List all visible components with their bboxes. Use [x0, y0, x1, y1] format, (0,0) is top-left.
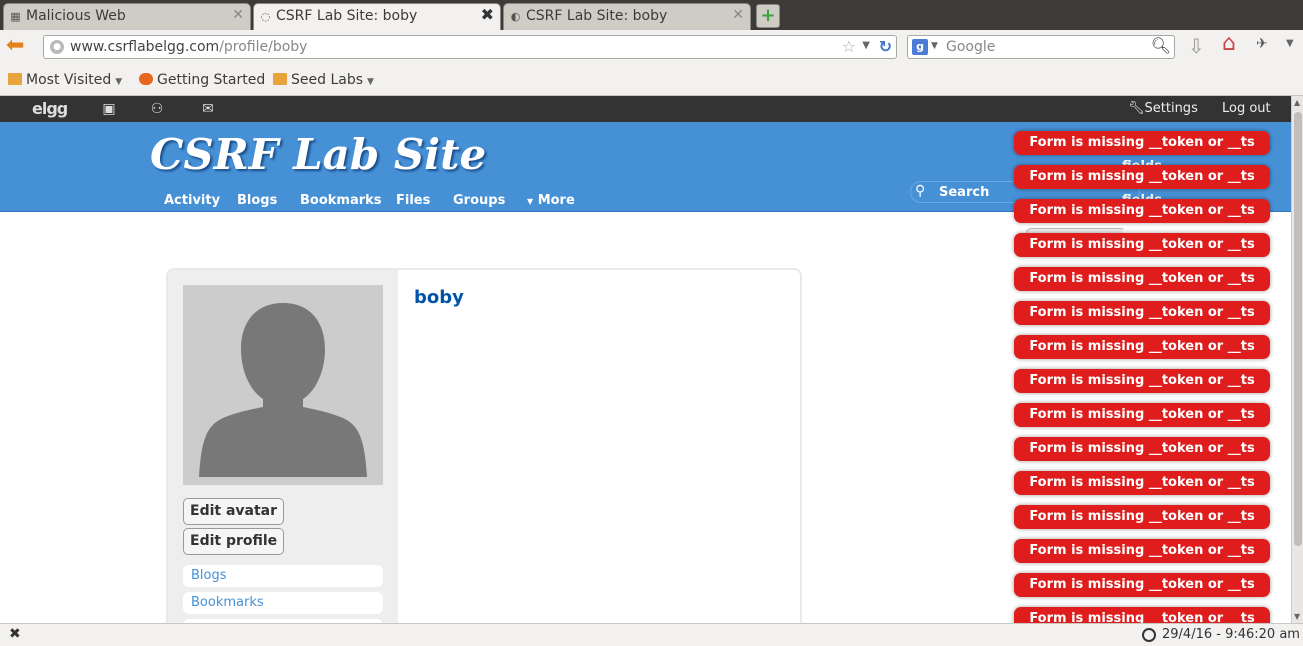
search-icon[interactable]: 🔍︎ — [1151, 36, 1171, 55]
search-placeholder: Google — [946, 39, 996, 55]
logout-link[interactable]: Log out — [1222, 101, 1271, 116]
menu-item-label: More — [537, 193, 575, 208]
error-message[interactable]: Form is missing __token or __ts fields — [1014, 369, 1270, 412]
new-tab-button[interactable]: + — [756, 4, 780, 28]
search-label: Search — [939, 185, 990, 200]
bookmarks-toolbar: Most Visited ▼ Getting Started Seed Labs ▼ — [0, 64, 1303, 96]
scrollbar-thumb[interactable] — [1294, 112, 1302, 546]
bookmark-getting-started[interactable]: Getting Started — [139, 72, 265, 88]
menu-item-more[interactable]: ▼ More — [527, 193, 575, 208]
menu-item-blogs[interactable]: Blogs — [237, 193, 277, 208]
edit-avatar-button[interactable]: Edit avatar — [183, 498, 285, 525]
error-message[interactable]: Form is missing __token or __ts fields — [1014, 267, 1270, 310]
bookmark-label: Most Visited — [26, 72, 112, 88]
status-bar: ✖ 29/4/16 - 9:46:20 am — [0, 623, 1303, 646]
owner-link-blogs[interactable]: Blogs — [183, 565, 383, 587]
error-message[interactable]: Form is missing __token or __ts fields — [1014, 233, 1270, 276]
search-engine-box[interactable]: g ▼ Google 🔍︎ — [907, 35, 1175, 59]
messages-icon[interactable]: ✉ — [200, 101, 216, 117]
firefox-icon — [139, 73, 153, 85]
tab-csrf-lab-site-active[interactable]: ◌ CSRF Lab Site: boby ✖ — [253, 3, 501, 30]
close-icon[interactable]: ✖ — [481, 5, 494, 24]
bookmark-star-icon[interactable]: ☆ — [842, 37, 856, 56]
close-icon[interactable]: ✕ — [732, 7, 744, 23]
history-dropdown-icon[interactable]: ▼ — [862, 40, 870, 51]
tab-title: Malicious Web — [26, 8, 126, 24]
menu-item-bookmarks[interactable]: Bookmarks — [300, 193, 382, 208]
folder-icon — [8, 73, 22, 85]
status-time: 29/4/16 - 9:46:20 am — [1162, 627, 1300, 642]
error-message[interactable]: Form is missing __token or __ts fields — [1014, 301, 1270, 344]
url-path: /profile/boby — [219, 39, 308, 55]
tab-malicious-web[interactable]: ▦ Malicious Web ✕ — [3, 3, 251, 30]
home-icon[interactable]: ⌂ — [1222, 31, 1236, 56]
reload-icon[interactable]: ↻ — [879, 37, 892, 56]
google-icon[interactable]: g — [912, 39, 928, 55]
error-message[interactable]: Form is missing __token or __ts fields — [1014, 199, 1270, 242]
chevron-down-icon: ▼ — [367, 77, 374, 87]
bookmark-most-visited[interactable]: Most Visited ▼ — [8, 72, 122, 88]
back-arrow-icon[interactable]: ⬅ — [6, 35, 24, 57]
profile-name: boby — [414, 287, 464, 308]
error-message[interactable]: Form is missing __token or __ts fields — [1014, 165, 1270, 208]
engine-dropdown-icon[interactable]: ▼ — [931, 41, 938, 51]
chevron-down-icon: ▼ — [527, 197, 534, 206]
scroll-down-icon[interactable]: ▼ — [1294, 612, 1300, 621]
friends-icon[interactable]: ⚇ — [149, 101, 165, 117]
error-message[interactable]: Form is missing __token or __ts fields — [1014, 607, 1270, 623]
avatar[interactable] — [183, 285, 383, 485]
navigation-toolbar: ⬅ ● www.csrflabelgg.com/profile/boby ☆ ▼… — [0, 30, 1303, 64]
error-message[interactable]: Form is missing __token or __ts fields — [1014, 539, 1270, 582]
menu-dropdown-icon[interactable]: ▼ — [1286, 38, 1294, 49]
profile-icon[interactable]: ▣ — [101, 101, 117, 117]
url-text: www.csrflabelgg.com/profile/boby — [70, 39, 307, 55]
bookmark-seed-labs[interactable]: Seed Labs ▼ — [273, 72, 374, 88]
url-bar[interactable]: ● www.csrflabelgg.com/profile/boby ☆ ▼ ↻ — [43, 35, 897, 59]
bookmark-label: Seed Labs — [291, 72, 364, 88]
error-message[interactable]: Form is missing __token or __ts fields — [1014, 403, 1270, 446]
addon-icon[interactable]: ✈ — [1256, 36, 1268, 52]
download-icon[interactable]: ⇩ — [1188, 34, 1205, 58]
page-scrollbar[interactable]: ▲ ▼ — [1291, 96, 1303, 623]
default-avatar-silhouette-icon — [183, 285, 383, 485]
close-addon-bar-icon[interactable]: ✖ — [9, 626, 21, 642]
chevron-down-icon: ▼ — [115, 77, 123, 87]
search-icon: ⚲ — [915, 183, 926, 199]
profile-box: Edit avatar Edit profile Blogs Bookmarks… — [166, 268, 802, 623]
elgg-favicon-icon: ◐ — [510, 10, 521, 23]
error-message[interactable]: Form is missing __token or __ts fields — [1014, 131, 1270, 174]
clock-icon — [1142, 628, 1156, 642]
tab-title: CSRF Lab Site: boby — [276, 8, 418, 24]
wrench-icon: 🔧︎ — [1128, 101, 1145, 116]
settings-link[interactable]: 🔧︎Settings — [1128, 101, 1198, 116]
bookmark-label: Getting Started — [157, 72, 266, 88]
owner-block: Edit avatar Edit profile Blogs Bookmarks — [168, 270, 398, 623]
error-message[interactable]: Form is missing __token or __ts fields — [1014, 437, 1270, 480]
tab-title: CSRF Lab Site: boby — [526, 8, 668, 24]
settings-label: Settings — [1144, 101, 1198, 116]
page-icon: ▦ — [10, 10, 21, 23]
tab-csrf-lab-site[interactable]: ◐ CSRF Lab Site: boby ✕ — [503, 3, 751, 30]
error-message[interactable]: Form is missing __token or __ts fields — [1014, 573, 1270, 616]
owner-link-bookmarks[interactable]: Bookmarks — [183, 592, 383, 614]
menu-item-files[interactable]: Files — [396, 193, 430, 208]
edit-profile-button[interactable]: Edit profile — [183, 528, 285, 555]
site-identity-icon[interactable]: ● — [50, 40, 64, 54]
elgg-topbar: elgg ▣ ⚇ ✉ 🔧︎Settings Log out — [0, 96, 1291, 122]
url-domain: www.csrflabelgg.com — [70, 39, 220, 55]
page-viewport: elgg ▣ ⚇ ✉ 🔧︎Settings Log out CSRF Lab S… — [0, 96, 1291, 623]
menu-item-groups[interactable]: Groups — [453, 193, 505, 208]
error-message[interactable]: Form is missing __token or __ts fields — [1014, 335, 1270, 378]
error-message[interactable]: Form is missing __token or __ts fields — [1014, 471, 1270, 514]
error-message[interactable]: Form is missing __token or __ts fields — [1014, 505, 1270, 548]
elgg-logo[interactable]: elgg — [32, 99, 68, 118]
menu-item-activity[interactable]: Activity — [164, 193, 220, 208]
close-icon[interactable]: ✕ — [232, 7, 244, 23]
folder-icon — [273, 73, 287, 85]
browser-tab-bar: ▦ Malicious Web ✕ ◌ CSRF Lab Site: boby … — [0, 0, 1303, 30]
loading-icon: ◌ — [260, 10, 271, 23]
scroll-up-icon[interactable]: ▲ — [1294, 98, 1300, 107]
site-title[interactable]: CSRF Lab Site — [150, 130, 486, 179]
